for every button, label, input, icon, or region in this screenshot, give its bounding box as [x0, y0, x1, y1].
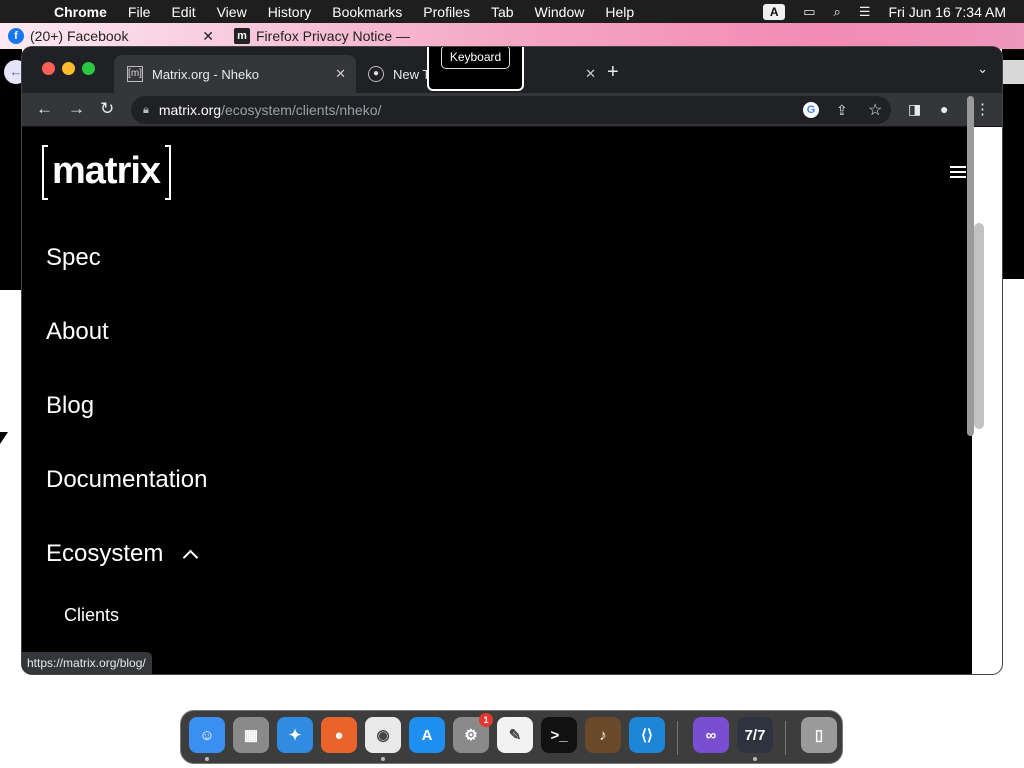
- back-arrow-icon[interactable]: ←: [36, 99, 53, 119]
- menu-window[interactable]: Window: [535, 4, 585, 20]
- hamburger-menu-icon[interactable]: [950, 166, 966, 178]
- nav-link-about[interactable]: About: [46, 318, 109, 346]
- dock-terminal-icon[interactable]: >_: [541, 717, 577, 753]
- dock-app-store-icon[interactable]: A: [409, 717, 445, 753]
- dock-trash-icon[interactable]: ▯: [801, 717, 837, 753]
- menu-bar-clock[interactable]: Fri Jun 16 7:34 AM: [888, 4, 1006, 20]
- dock-launchpad-icon[interactable]: ▦: [233, 717, 269, 753]
- matrix-logo[interactable]: matrix: [42, 145, 171, 200]
- screen-mirroring-icon[interactable]: ▭: [803, 4, 815, 20]
- input-source-indicator[interactable]: A: [763, 3, 786, 20]
- dock-separator: [785, 721, 786, 755]
- tab-title: Matrix.org - Nheko: [152, 66, 259, 82]
- link-hover-status-url: https://matrix.org/blog/: [22, 652, 152, 674]
- close-icon[interactable]: ✕: [202, 28, 214, 45]
- more-menu-icon[interactable]: ⋮: [975, 100, 990, 118]
- side-panel-icon[interactable]: ◨: [908, 101, 921, 118]
- close-window-button[interactable]: [42, 62, 55, 75]
- matrix-favicon-icon: [m]: [127, 66, 143, 82]
- new-tab-plus-icon[interactable]: +: [607, 61, 619, 84]
- back-window-toolbar-edge: [1002, 60, 1024, 84]
- tab-title: New T: [393, 66, 431, 82]
- dock-visual-studio-icon[interactable]: ∞: [693, 717, 729, 753]
- dock-garageband-icon[interactable]: ♪: [585, 717, 621, 753]
- chrome-favicon-icon: ●: [368, 66, 384, 82]
- tooltip-label: Keyboard: [441, 47, 510, 69]
- dock-firefox-icon[interactable]: ●: [321, 717, 357, 753]
- reload-icon[interactable]: ↻: [100, 99, 114, 119]
- chrome-window: [m] Matrix.org - Nheko ✕ ● New T ✕ + ⌄ ←…: [22, 47, 1002, 674]
- back-tab-title: (20+) Facebook: [30, 28, 129, 44]
- back-tab-facebook[interactable]: f (20+) Facebook ✕: [8, 23, 218, 49]
- back-tab-title: Firefox Privacy Notice —: [256, 28, 411, 44]
- dock-chrome-icon[interactable]: ◉: [365, 717, 401, 761]
- menu-profiles[interactable]: Profiles: [423, 4, 470, 20]
- menu-tab[interactable]: Tab: [491, 4, 514, 20]
- nav-link-blog[interactable]: Blog: [46, 392, 94, 420]
- chevron-up-icon[interactable]: [183, 549, 199, 566]
- dock-finder-icon[interactable]: ☺: [189, 717, 225, 761]
- lock-icon[interactable]: 🔒︎: [143, 104, 149, 117]
- tab-matrix-nheko[interactable]: [m] Matrix.org - Nheko ✕: [114, 55, 356, 93]
- outer-scrollbar-thumb[interactable]: [967, 96, 974, 436]
- menu-bar: Chrome File Edit View History Bookmarks …: [0, 0, 1024, 23]
- share-icon[interactable]: ⇪: [836, 102, 848, 119]
- back-window-edge-lower: [0, 290, 22, 690]
- menu-file[interactable]: File: [128, 4, 151, 20]
- forward-arrow-icon[interactable]: →: [68, 99, 85, 119]
- address-bar[interactable]: 🔒︎ matrix.org /ecosystem/clients/nheko/ …: [131, 96, 891, 124]
- nav-link-documentation[interactable]: Documentation: [46, 466, 207, 494]
- menu-bookmarks[interactable]: Bookmarks: [332, 4, 402, 20]
- url-path: /ecosystem/clients/nheko/: [221, 102, 382, 118]
- running-indicator: [205, 757, 209, 761]
- close-tab-icon[interactable]: ✕: [585, 66, 596, 82]
- mozilla-m-icon: m: [234, 28, 250, 44]
- nav-ecosystem-toggle[interactable]: Ecosystem: [46, 540, 199, 568]
- menu-view[interactable]: View: [217, 4, 247, 20]
- menu-help[interactable]: Help: [605, 4, 634, 20]
- facebook-icon: f: [8, 28, 24, 44]
- url-host: matrix.org: [158, 102, 222, 118]
- bookmark-star-icon[interactable]: ☆: [868, 100, 882, 120]
- dock-separator: [677, 721, 678, 755]
- mouse-pointer-icon: [0, 432, 8, 444]
- control-center-icon[interactable]: ☰: [859, 4, 871, 20]
- dock-seven-seven-app-icon[interactable]: 7/7: [737, 717, 773, 761]
- tooltip-popup: Keyboard: [427, 47, 524, 91]
- subnav-link-clients[interactable]: Clients: [64, 605, 119, 626]
- menu-app-name[interactable]: Chrome: [54, 4, 107, 20]
- minimize-window-button[interactable]: [62, 62, 75, 75]
- logo-bracket-right-top: [165, 145, 171, 147]
- dock-textedit-icon[interactable]: ✎: [497, 717, 533, 753]
- dock-vscode-icon[interactable]: ⟨⟩: [629, 717, 665, 753]
- dock-safari-icon[interactable]: ✦: [277, 717, 313, 753]
- spotlight-search-icon[interactable]: ⌕: [834, 4, 841, 20]
- tab-search-chevron-icon[interactable]: ⌄: [977, 61, 988, 77]
- google-lens-icon[interactable]: G: [803, 102, 819, 118]
- dock: ☺ ▦ ✦ ● ◉ A ⚙ 1 ✎ >_ ♪ ⟨⟩ ∞ 7/7 ▯: [180, 710, 843, 764]
- menu-edit[interactable]: Edit: [171, 4, 195, 20]
- zoom-window-button[interactable]: [82, 62, 95, 75]
- browser-toolbar: ← → ↻ 🔒︎ matrix.org /ecosystem/clients/n…: [22, 93, 1002, 127]
- dock-system-preferences-icon[interactable]: ⚙ 1: [453, 713, 493, 753]
- running-indicator: [753, 757, 757, 761]
- notification-badge: 1: [479, 713, 493, 727]
- page-scrollbar-thumb[interactable]: [974, 223, 984, 429]
- close-tab-icon[interactable]: ✕: [335, 66, 346, 82]
- back-window-tab-bar: f (20+) Facebook ✕ m Firefox Privacy Not…: [0, 23, 1024, 49]
- menu-history[interactable]: History: [268, 4, 312, 20]
- page-content: matrix Spec About Blog Documentation Eco…: [22, 127, 972, 674]
- logo-text: matrix: [52, 150, 161, 192]
- profile-avatar-icon[interactable]: ●: [940, 101, 948, 117]
- nav-link-ecosystem[interactable]: Ecosystem: [46, 540, 163, 567]
- logo-bracket-right-bottom: [165, 198, 171, 200]
- back-tab-firefox-privacy[interactable]: m Firefox Privacy Notice —: [234, 23, 424, 49]
- page-scrollbar-track[interactable]: [972, 127, 1002, 674]
- running-indicator: [381, 757, 385, 761]
- nav-link-spec[interactable]: Spec: [46, 244, 101, 272]
